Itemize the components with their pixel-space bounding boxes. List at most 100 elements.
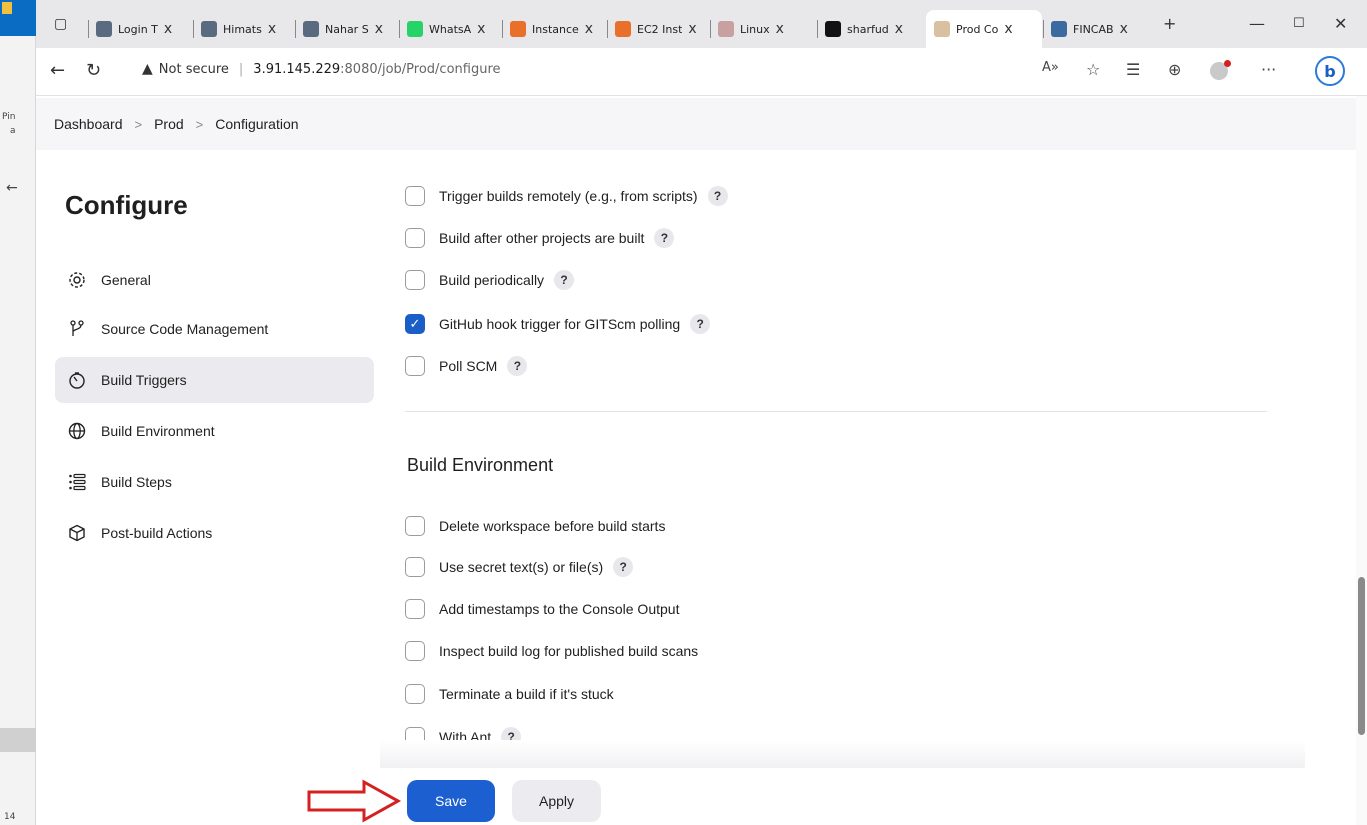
collections-icon[interactable]: ⊕ [1168,60,1181,79]
annotation-arrow-icon [307,779,402,823]
env-secret-text-option[interactable]: Use secret text(s) or file(s) ? [405,557,634,577]
new-tab-button[interactable]: + [1163,14,1176,33]
bing-icon[interactable]: b [1315,56,1345,86]
trigger-remote-option[interactable]: Trigger builds remotely (e.g., from scri… [405,186,728,206]
outer-back-icon[interactable]: ← [6,180,18,196]
checkbox[interactable] [405,684,425,704]
close-tab-icon[interactable]: x [895,21,903,37]
profile-notification-dot [1224,60,1231,67]
close-tab-icon[interactable]: x [776,21,784,37]
help-icon[interactable]: ? [613,557,634,577]
trigger-after-projects-option[interactable]: Build after other projects are built ? [405,228,675,248]
reload-icon[interactable]: ↻ [86,60,101,81]
breadcrumb-prod[interactable]: Prod [154,116,184,132]
tab-bar: ▢ Login Tx Himats x Nahar Sx WhatsA x Instance… [36,0,1367,48]
close-tab-icon[interactable]: x [1004,21,1012,37]
help-icon[interactable]: ? [654,228,675,248]
tab-title: Nahar S [325,22,369,36]
checkbox[interactable] [405,186,425,206]
tab-6[interactable]: EC2 Inst x [607,14,708,44]
trigger-periodically-option[interactable]: Build periodically ? [405,270,575,290]
package-icon [67,523,87,543]
github-icon [825,21,841,37]
env-timestamps-option[interactable]: Add timestamps to the Console Output [405,599,679,619]
read-aloud-icon[interactable]: A» [1042,60,1059,75]
apply-button[interactable]: Apply [512,780,601,822]
maximize-button[interactable]: ☐ [1293,16,1305,31]
breadcrumb-configuration[interactable]: Configuration [215,116,298,132]
tab-5[interactable]: Instance x [502,14,605,44]
option-label: Delete workspace before build starts [439,518,666,534]
tab-7[interactable]: Linux x [710,14,816,44]
sidebar-item-build-triggers[interactable]: Build Triggers [55,357,374,403]
checkbox[interactable] [405,641,425,661]
close-tab-icon[interactable]: x [268,21,276,37]
jenkins-terminal-icon [303,21,319,37]
close-tab-icon[interactable]: x [375,21,383,37]
checkbox[interactable] [405,228,425,248]
sidebar-item-general[interactable]: General [55,257,374,303]
env-terminate-stuck-option[interactable]: Terminate a build if it's stuck [405,684,614,704]
sidebar-item-label: Post-build Actions [101,525,213,541]
tab-actions-icon[interactable]: ▢ [54,16,67,32]
outer-pin-label: Pin [2,112,16,122]
sidebar-item-source-code-management[interactable]: Source Code Management [55,306,374,352]
close-tab-icon[interactable]: x [1120,21,1128,37]
chevron-right-icon: > [195,116,204,132]
option-label: Inspect build log for published build sc… [439,643,699,659]
help-icon[interactable]: ? [690,314,711,334]
tab-10[interactable]: FINCAB x [1043,14,1155,44]
checkbox[interactable] [405,270,425,290]
checkbox[interactable] [405,557,425,577]
favorite-icon[interactable]: ☆ [1086,60,1100,79]
page-title: Configure [65,190,188,220]
sidebar-item-build-environment[interactable]: Build Environment [55,408,374,454]
checkbox[interactable] [405,356,425,376]
outer-bottom-label: 14 [4,812,16,822]
breadcrumb-dashboard[interactable]: Dashboard [54,116,123,132]
folder-icon [2,2,12,14]
tab-8[interactable]: sharfud x [817,14,924,44]
close-window-button[interactable]: ✕ [1334,14,1347,33]
url-divider: | [238,61,244,77]
tab-title: Himats [223,22,262,36]
checkbox[interactable] [405,516,425,536]
favorites-list-icon[interactable]: ☰ [1126,60,1140,79]
more-menu-icon[interactable]: ··· [1261,60,1276,79]
scrollbar-thumb[interactable] [1358,577,1365,735]
tab-3[interactable]: Nahar S x [295,14,397,44]
help-icon[interactable]: ? [707,186,728,206]
close-tab-icon[interactable]: x [477,21,485,37]
outer-sub-label: a [10,126,16,136]
minimize-button[interactable]: — [1249,14,1265,33]
tab-4[interactable]: WhatsA x [399,14,500,44]
option-label: Use secret text(s) or file(s) [439,559,604,575]
warning-icon: ▲ [142,61,153,77]
close-tab-icon[interactable]: x [164,21,172,37]
tab-1[interactable]: Login T x [88,14,188,44]
list-icon [67,472,87,492]
breadcrumb: Dashboard > Prod > Configuration [36,98,1356,150]
back-icon[interactable]: ← [50,60,65,81]
save-button[interactable]: Save [407,780,495,822]
checkbox-checked[interactable]: ✓ [405,314,425,334]
checkbox[interactable] [405,599,425,619]
tab-title: Instance [532,22,579,36]
option-label: Poll SCM [439,358,498,374]
trigger-poll-scm-option[interactable]: Poll SCM ? [405,356,528,376]
tab-9[interactable]: Prod Co x [926,10,1042,48]
help-icon[interactable]: ? [554,270,575,290]
close-tab-icon[interactable]: x [688,21,696,37]
tab-2[interactable]: Himats x [193,14,293,44]
env-delete-workspace-option[interactable]: Delete workspace before build starts [405,516,665,536]
close-tab-icon[interactable]: x [585,21,593,37]
env-inspect-build-log-option[interactable]: Inspect build log for published build sc… [405,641,698,661]
sidebar-item-build-steps[interactable]: Build Steps [55,459,374,505]
section-divider [405,411,1267,412]
sidebar-item-post-build-actions[interactable]: Post-build Actions [55,510,374,556]
url-field[interactable]: ▲ Not secure | 3.91.145.229 :8080/job/Pr… [142,61,501,77]
help-icon[interactable]: ? [507,356,528,376]
jenkins-terminal-icon [201,21,217,37]
trigger-github-hook-option[interactable]: ✓ GitHub hook trigger for GITScm polling… [405,314,711,334]
aws-icon [510,21,526,37]
